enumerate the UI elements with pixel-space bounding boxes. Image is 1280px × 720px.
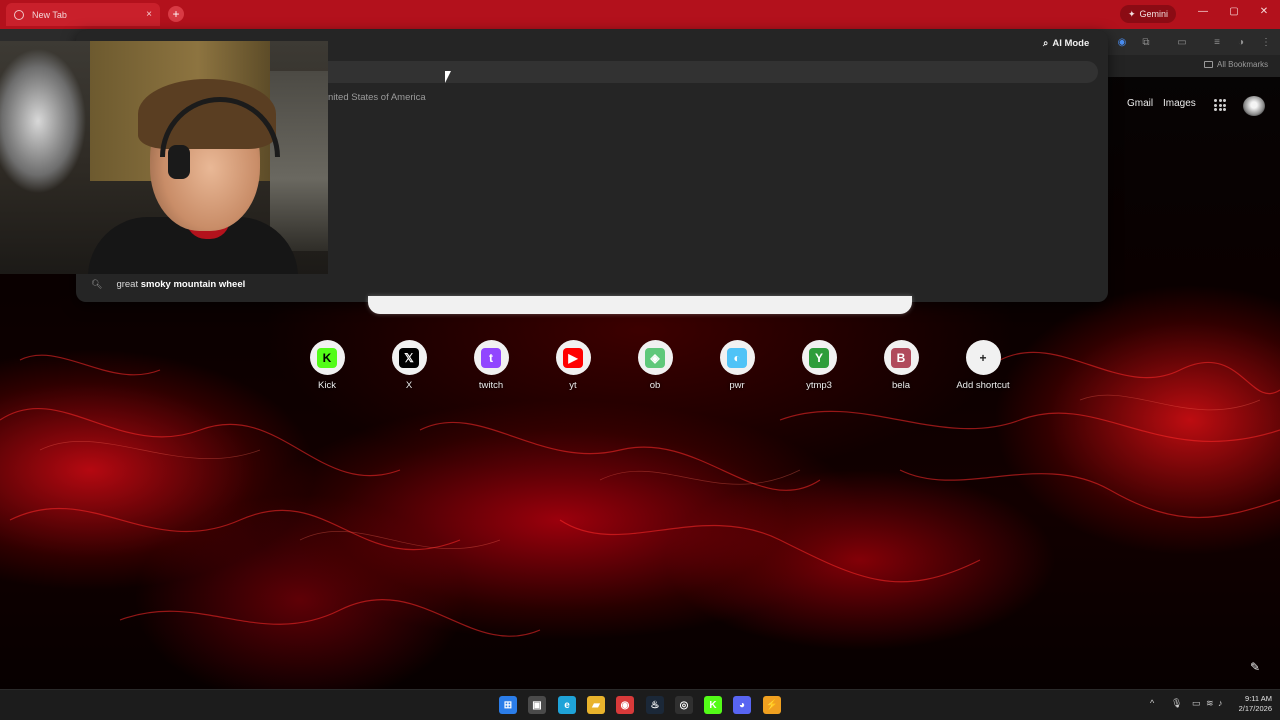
screen: New Tab × + ✦ Gemini — ▢ ✕ ◉ ⧉ ▭ ≡ ◑ ⋮ A… <box>0 0 1280 720</box>
location-text: nited States of America <box>328 92 426 103</box>
discord-icon[interactable]: ◕ <box>733 696 751 714</box>
images-link[interactable]: Images <box>1163 98 1196 109</box>
tab-close-icon[interactable]: × <box>146 9 152 20</box>
shortcut-label: bela <box>892 380 910 391</box>
gmail-link[interactable]: Gmail <box>1127 98 1153 109</box>
ob-icon: ◈ <box>645 347 665 368</box>
steam-icon[interactable]: ♨ <box>646 696 664 714</box>
pwr-icon: ◐ <box>727 347 747 368</box>
all-bookmarks-button[interactable]: All Bookmarks <box>1204 60 1268 69</box>
shortcut-circle: B <box>883 340 919 375</box>
shortcut-circle: Y <box>801 340 837 375</box>
shortcut-circle: ◈ <box>637 340 673 375</box>
twitch-icon: t <box>481 347 501 368</box>
gemini-label: Gemini <box>1139 9 1169 19</box>
search-suggestion[interactable]: 🔍︎ great smoky mountain wheel <box>76 275 1108 293</box>
edge-icon[interactable]: e <box>558 696 576 714</box>
webcam-overlay: K <box>0 41 328 274</box>
all-bookmarks-label: All Bookmarks <box>1217 60 1269 69</box>
customize-pencil-icon[interactable]: ✎ <box>1250 660 1260 674</box>
shortcut-label: ytmp3 <box>806 380 832 391</box>
yt-icon: ▶ <box>563 347 583 368</box>
shortcut-bela[interactable]: Bbela <box>866 340 936 404</box>
task-view-icon[interactable]: ▣ <box>528 696 546 714</box>
shortcut-label: pwr <box>729 380 745 391</box>
webcam-background <box>270 71 328 251</box>
shortcut-label: Kick <box>318 380 336 391</box>
start-icon[interactable]: ⊞ <box>499 696 517 714</box>
add-shortcut-icon: + <box>973 347 993 368</box>
reading-list-icon[interactable]: ≡ <box>1211 37 1223 48</box>
tab-title: New Tab <box>32 9 67 20</box>
google-apps-icon[interactable] <box>1214 99 1226 111</box>
shortcut-label: ob <box>649 380 661 391</box>
minimize-button[interactable]: — <box>1196 6 1210 17</box>
new-tab-favicon-icon <box>14 9 24 20</box>
network-icon[interactable]: ▭ <box>1192 698 1201 709</box>
search-sparkle-icon: ⌕ <box>1043 37 1049 49</box>
windows-taskbar <box>0 689 1280 720</box>
cast-icon[interactable]: ▭ <box>1176 37 1188 48</box>
shortcut-ytmp3[interactable]: Yytmp3 <box>784 340 854 404</box>
shortcut-pwr[interactable]: ◐ pwr <box>702 340 772 404</box>
wifi-icon[interactable]: ≋ <box>1206 698 1214 709</box>
headset-earcup <box>168 145 190 179</box>
tray-chevron-icon[interactable]: ^ <box>1150 698 1154 708</box>
shortcut-add-shortcut[interactable]: + Add shortcut <box>948 340 1018 404</box>
system-clock[interactable]: 9:11 AM 2/17/2026 <box>1226 694 1272 714</box>
folder-icon <box>1204 61 1213 68</box>
app-icon[interactable]: ⚡ <box>763 696 781 714</box>
close-window-button[interactable]: ✕ <box>1257 6 1271 17</box>
shortcut-circle: ▶ <box>555 340 591 375</box>
shortcut-circle: ◐ <box>719 340 755 375</box>
shortcut-circle: t <box>473 340 509 375</box>
volume-icon[interactable]: ♪ <box>1218 698 1223 708</box>
new-tab-button[interactable]: + <box>168 6 184 22</box>
clock-date: 2/17/2026 <box>1238 704 1272 713</box>
x-icon: 𝕏 <box>399 347 419 368</box>
shortcut-circle: K <box>309 340 345 375</box>
profile-toolbar-icon[interactable]: ◑ <box>1235 37 1247 48</box>
shortcut-x[interactable]: 𝕏X <box>374 340 444 404</box>
mouse-cursor-icon <box>445 71 451 83</box>
tab-new-tab[interactable]: New Tab × <box>6 3 160 26</box>
clock-time: 9:11 AM <box>1245 694 1272 703</box>
shortcut-kick[interactable]: K Kick <box>292 340 362 404</box>
suggestion-prefix: great <box>116 278 141 290</box>
shortcut-label: yt <box>569 380 577 391</box>
omnibox-input[interactable] <box>252 61 1098 83</box>
shortcut-label: Add shortcut <box>956 380 1010 391</box>
shortcut-label: twitch <box>478 380 504 391</box>
shortcut-circle: 𝕏 <box>391 340 427 375</box>
search-icon: 🔍︎ <box>91 278 103 289</box>
shortcut-label: X <box>405 380 413 391</box>
ntp-search-box[interactable] <box>368 296 912 314</box>
shortcut-twitch[interactable]: t twitch <box>456 340 526 404</box>
shortcut-circle: + <box>965 340 1001 375</box>
shortcut-tiles: K Kick 𝕏 Xt twitch ▶ yt ◈ ob ◐ pwr Yytmp3 Bbela + Add … <box>292 340 1012 404</box>
ai-mode-label: AI Mode <box>1052 37 1090 49</box>
ytmp3-icon: Y <box>809 347 829 368</box>
obs-icon[interactable]: ◎ <box>675 696 693 714</box>
chrome-icon[interactable]: ◉ <box>616 696 634 714</box>
suggestion-bold: smoky mountain wheel <box>140 278 246 290</box>
microphone-icon[interactable]: 🎙 <box>1171 698 1182 709</box>
shortcut-yt[interactable]: ▶ yt <box>538 340 608 404</box>
file-explorer-icon[interactable]: ▰ <box>587 696 605 714</box>
gemini-button[interactable]: ✦ Gemini <box>1120 5 1176 23</box>
ai-mode-button[interactable]: ⌕ AI Mode <box>1043 35 1089 51</box>
kick-app-icon[interactable]: K <box>704 696 722 714</box>
menu-icon[interactable]: ⋮ <box>1260 37 1272 48</box>
bela-icon: B <box>891 347 911 368</box>
kick-icon: K <box>317 347 337 368</box>
shortcut-ob[interactable]: ◈ ob <box>620 340 690 404</box>
avatar[interactable] <box>1243 96 1265 116</box>
extensions-icon[interactable]: ⧉ <box>1140 37 1152 48</box>
audio-icon[interactable]: ◉ <box>1116 37 1128 48</box>
maximize-button[interactable]: ▢ <box>1227 6 1241 17</box>
gemini-sparkle-icon: ✦ <box>1127 8 1136 19</box>
tab-strip: New Tab × + ✦ Gemini — ▢ ✕ <box>0 0 1280 29</box>
